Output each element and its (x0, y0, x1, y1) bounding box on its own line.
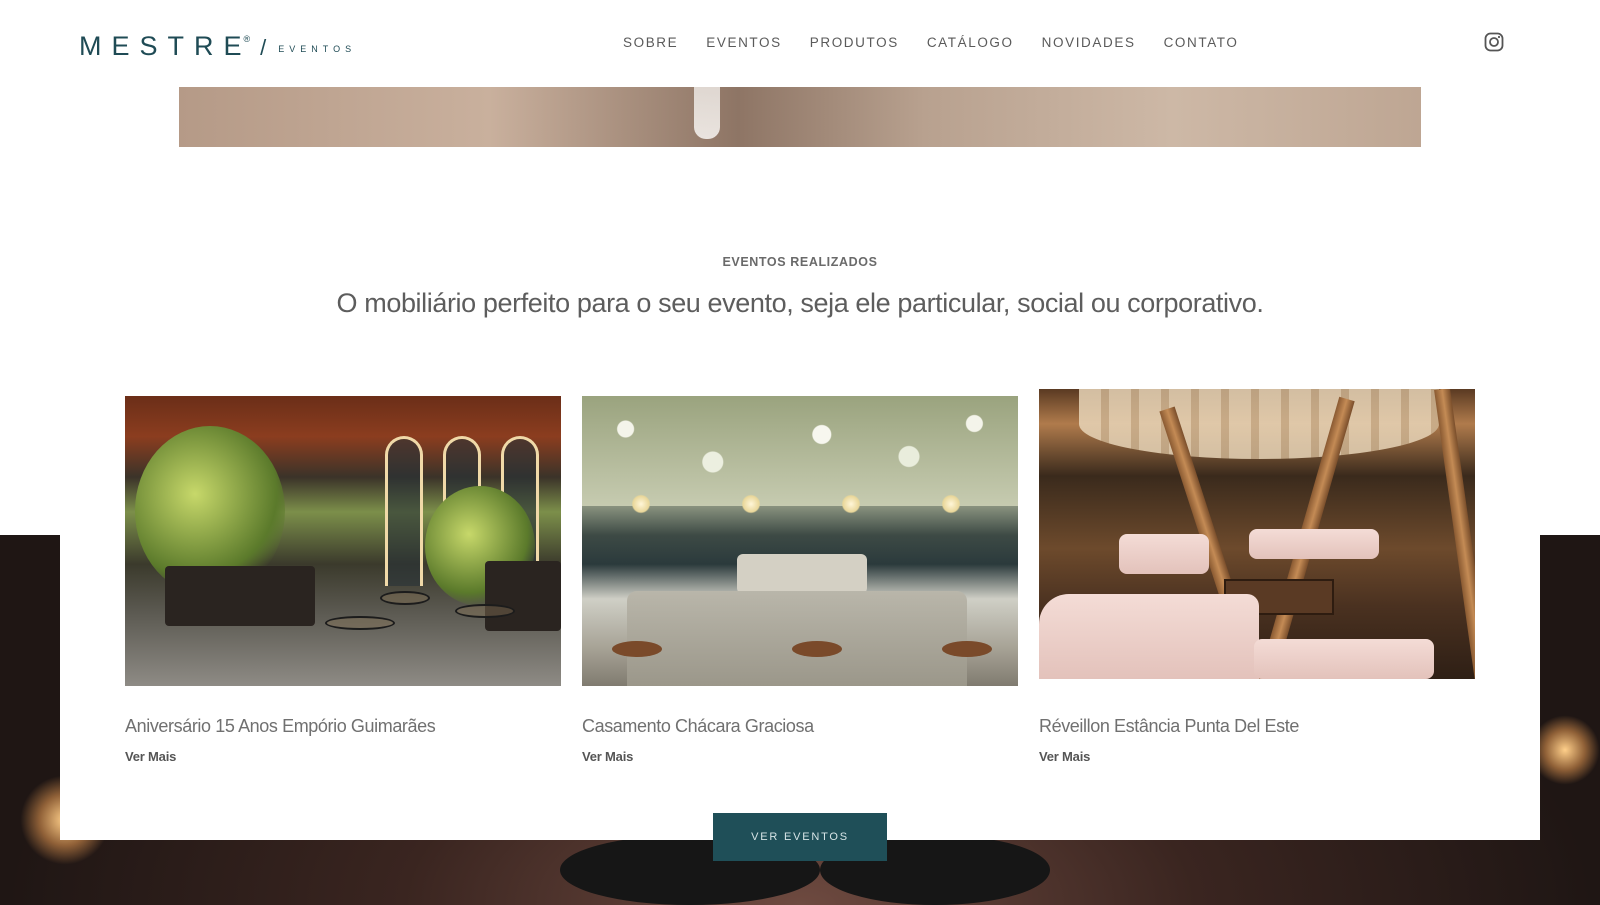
nav-item-eventos[interactable]: EVENTOS (706, 35, 781, 50)
chair-leg-detail (694, 87, 720, 139)
logo-slash: / (260, 35, 267, 60)
logo-subtitle: EVENTOS (278, 44, 357, 54)
ver-eventos-button[interactable]: VER EVENTOS (713, 813, 887, 861)
nav-item-contato[interactable]: CONTATO (1164, 35, 1239, 50)
logo-registered-mark: ® (243, 34, 251, 44)
event-title[interactable]: Aniversário 15 Anos Empório Guimarães (125, 716, 436, 737)
event-title[interactable]: Réveillon Estância Punta Del Este (1039, 716, 1299, 737)
section-headline: O mobiliário perfeito para o seu evento,… (336, 288, 1264, 318)
section-eyebrow: EVENTOS REALIZADOS (722, 255, 878, 269)
nav-item-catalogo[interactable]: CATÁLOGO (927, 35, 1014, 50)
site-header: MESTRE ® / EVENTOS SOBRE EVENTOS PRODUTO… (0, 0, 1600, 87)
nav-item-novidades[interactable]: NOVIDADES (1042, 35, 1136, 50)
instagram-icon[interactable] (1484, 32, 1504, 52)
ver-mais-link[interactable]: Ver Mais (125, 749, 176, 764)
nav-item-sobre[interactable]: SOBRE (623, 35, 678, 50)
brand-logo[interactable]: MESTRE ® / EVENTOS (79, 32, 356, 60)
nav-item-produtos[interactable]: PRODUTOS (810, 35, 899, 50)
ver-mais-link[interactable]: Ver Mais (582, 749, 633, 764)
main-nav: SOBRE EVENTOS PRODUTOS CATÁLOGO NOVIDADE… (623, 35, 1267, 50)
ver-mais-link[interactable]: Ver Mais (1039, 749, 1090, 764)
hero-image-bottom-edge (179, 87, 1421, 147)
event-photo[interactable] (1039, 389, 1475, 679)
event-photo[interactable] (125, 396, 561, 686)
event-title[interactable]: Casamento Chácara Graciosa (582, 716, 814, 737)
logo-wordmark: MESTRE (79, 31, 252, 61)
event-photo[interactable] (582, 396, 1018, 686)
